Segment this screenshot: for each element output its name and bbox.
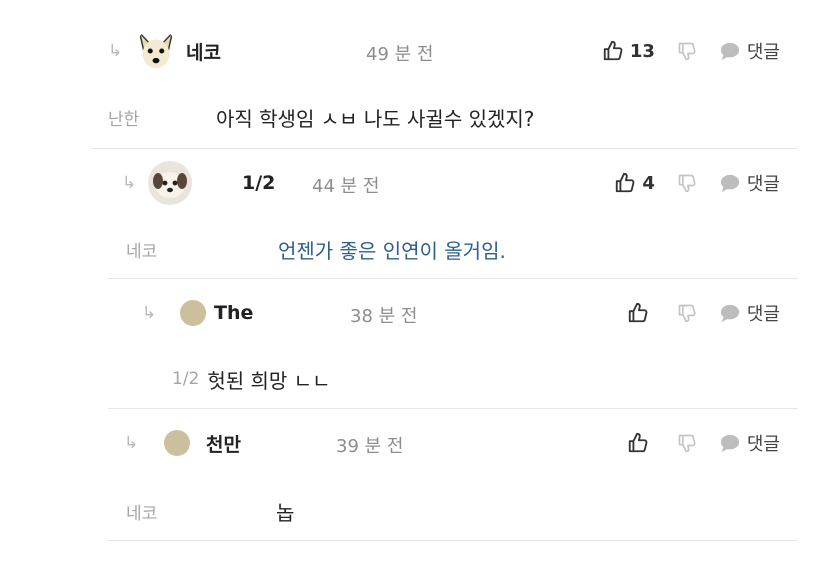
like-button[interactable]: 13 xyxy=(602,40,655,62)
reply-button[interactable]: 댓글 xyxy=(719,170,780,196)
avatar[interactable] xyxy=(148,161,192,205)
reply-label: 댓글 xyxy=(746,434,780,455)
timestamp: 44 분 전 xyxy=(312,176,380,197)
thumbs-up-icon xyxy=(603,40,623,61)
like-button[interactable]: 4 xyxy=(614,172,655,194)
speech-bubble-icon xyxy=(720,434,739,453)
like-count: 13 xyxy=(629,40,655,62)
divider xyxy=(108,408,798,409)
author-name[interactable]: 1/2 xyxy=(242,172,275,194)
timestamp: 39 분 전 xyxy=(336,436,404,457)
reply-arrow-icon: ↳ xyxy=(108,41,123,61)
dislike-button[interactable] xyxy=(677,41,697,61)
reply-label: 댓글 xyxy=(746,42,780,63)
thumbs-up-icon xyxy=(628,302,648,323)
thumbs-up-icon xyxy=(616,172,635,193)
avatar[interactable] xyxy=(134,29,178,73)
comment-text: 아직 학생임 ㅅㅂ 나도 사귈수 있겠지? xyxy=(216,106,535,131)
speech-bubble-icon xyxy=(720,304,739,323)
divider xyxy=(108,278,798,279)
reply-button[interactable]: 댓글 xyxy=(719,430,780,456)
thumbs-down-icon xyxy=(678,42,696,61)
divider xyxy=(108,540,798,541)
like-button[interactable] xyxy=(627,302,655,324)
thumbs-down-icon xyxy=(678,434,696,453)
comment-text: 언젠가 좋은 인연이 올거임. xyxy=(278,238,506,263)
reply-arrow-icon: ↳ xyxy=(142,303,157,323)
dislike-button[interactable] xyxy=(677,433,697,453)
reply-label: 댓글 xyxy=(746,304,780,325)
thumbs-up-icon xyxy=(628,432,648,453)
quoted-author: 네코 xyxy=(126,503,158,524)
thumbs-down-icon xyxy=(678,174,696,193)
reply-button[interactable]: 댓글 xyxy=(719,38,780,64)
speech-bubble-icon xyxy=(720,42,739,61)
reply-arrow-icon: ↳ xyxy=(122,173,137,193)
dog-face-icon xyxy=(138,30,174,69)
divider xyxy=(92,148,798,149)
comment-text: 헛된 희망 ㄴㄴ xyxy=(207,368,331,393)
quoted-author: 1/2 xyxy=(172,369,200,389)
author-name[interactable]: 천만 xyxy=(206,430,241,457)
comment-text: 놉 xyxy=(276,500,295,525)
avatar[interactable] xyxy=(164,430,190,456)
quoted-author: 네코 xyxy=(126,241,158,262)
thumbs-down-icon xyxy=(678,304,696,323)
avatar[interactable] xyxy=(180,300,206,326)
speech-bubble-icon xyxy=(720,174,739,193)
like-count: 4 xyxy=(642,172,655,194)
dislike-button[interactable] xyxy=(677,303,697,323)
author-name[interactable]: 네코 xyxy=(186,38,221,65)
author-name[interactable]: The xyxy=(214,302,253,324)
puppy-photo-icon xyxy=(153,172,187,198)
reply-label: 댓글 xyxy=(746,174,780,195)
dislike-button[interactable] xyxy=(677,173,697,193)
reply-arrow-icon: ↳ xyxy=(124,433,139,453)
quoted-author: 난한 xyxy=(108,109,140,130)
timestamp: 38 분 전 xyxy=(350,306,418,327)
like-button[interactable] xyxy=(627,432,655,454)
timestamp: 49 분 전 xyxy=(366,44,434,65)
reply-button[interactable]: 댓글 xyxy=(719,300,780,326)
